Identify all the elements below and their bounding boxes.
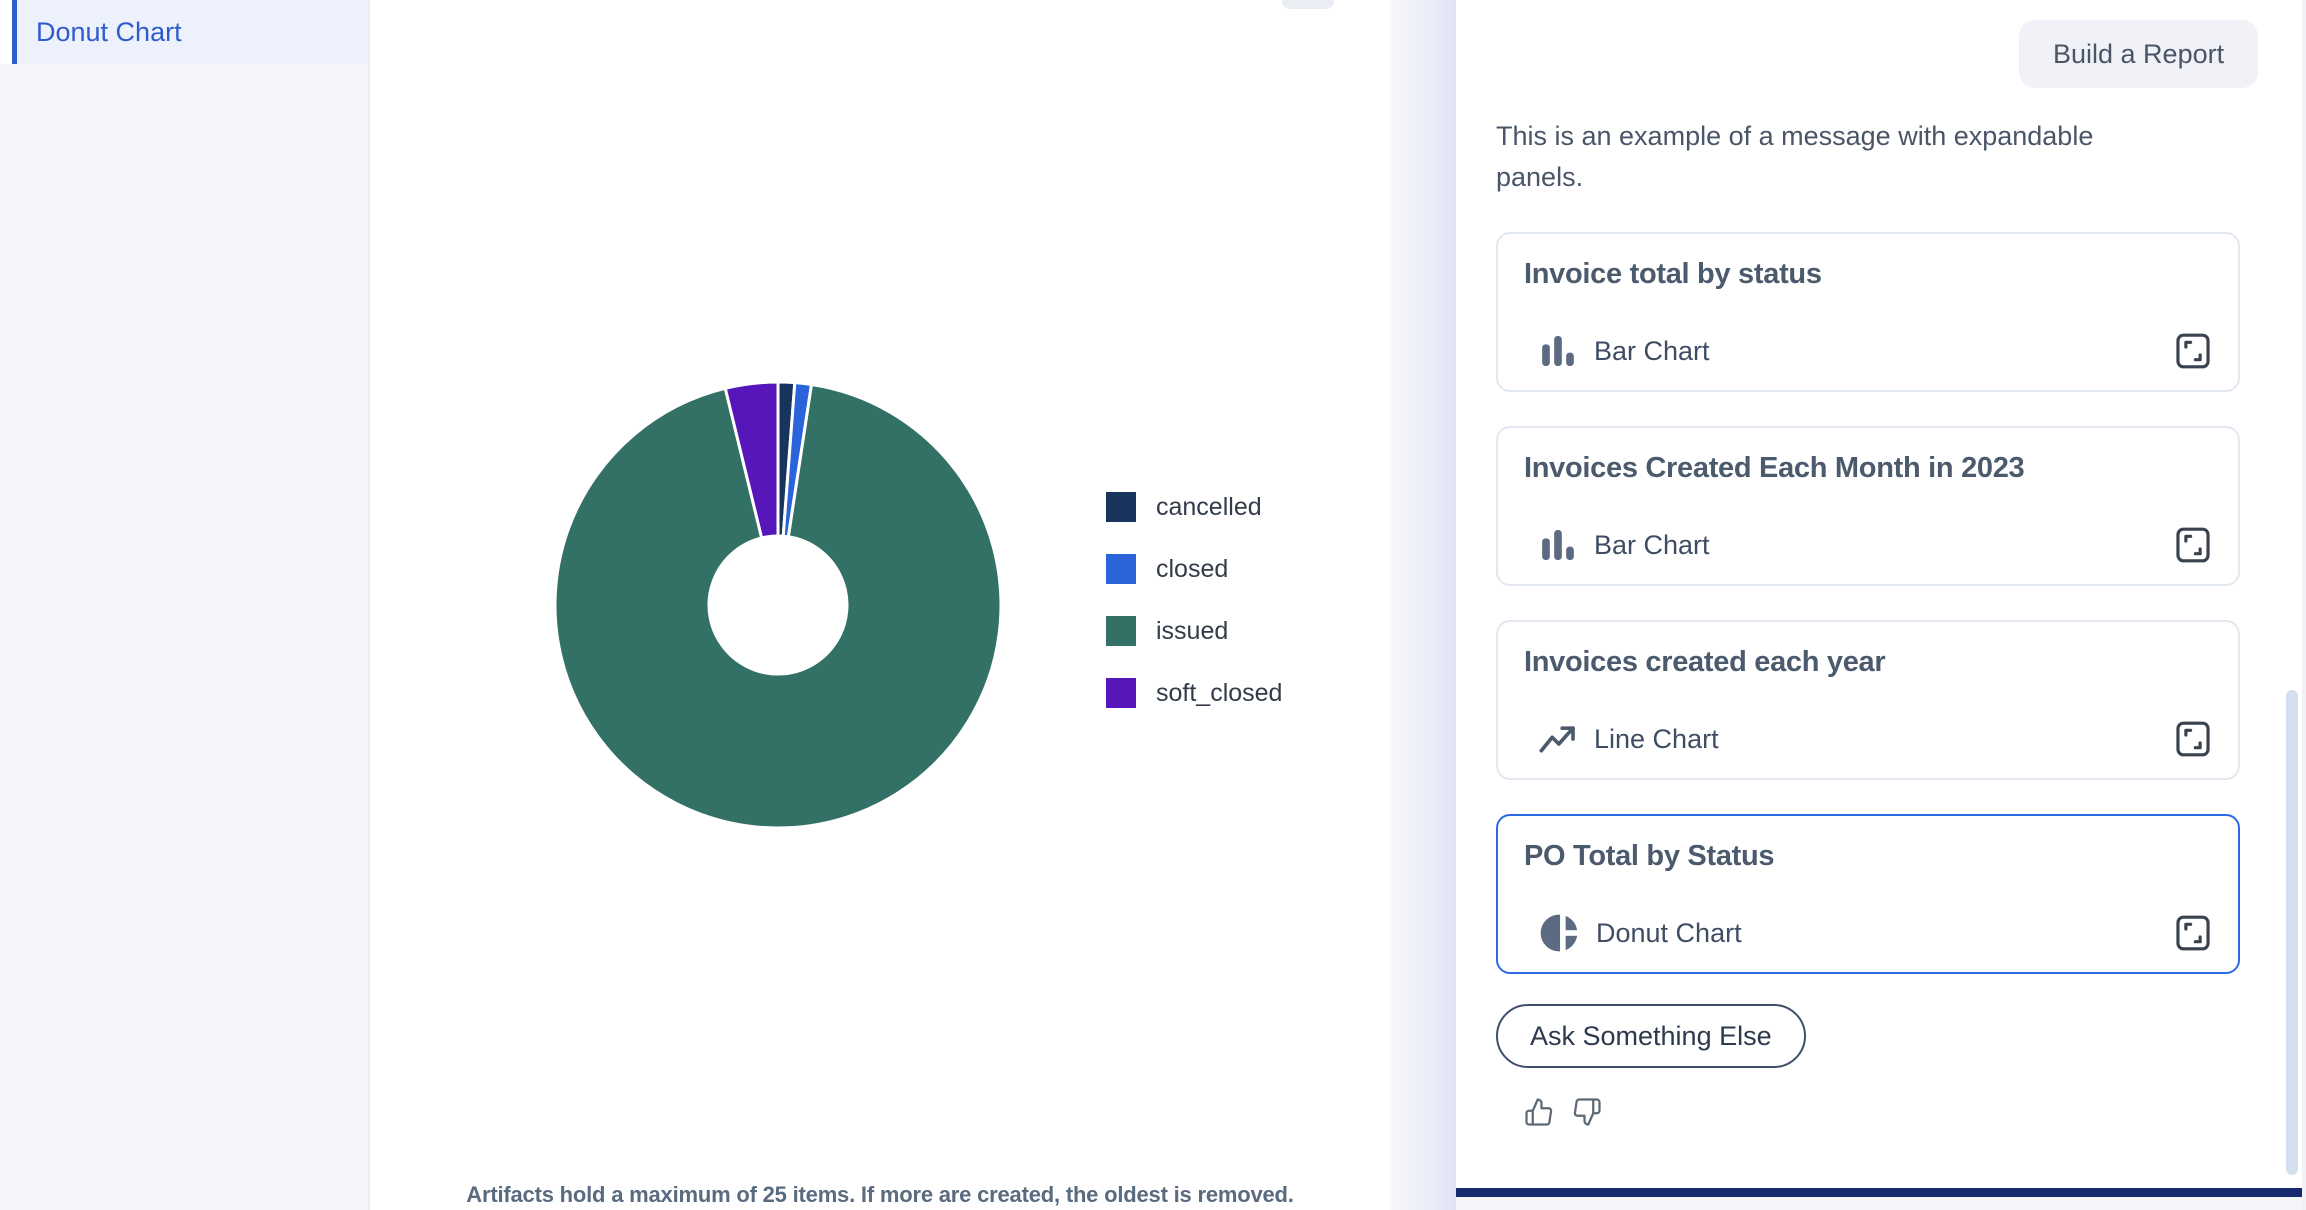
- legend-swatch: [1106, 492, 1136, 522]
- chat-scrollbar-thumb[interactable]: [2286, 690, 2298, 1175]
- artifact-limit-note: Artifacts hold a maximum of 25 items. If…: [370, 1182, 1390, 1208]
- panel-card-type-row: Donut Chart: [1538, 910, 1742, 956]
- panel-card-type-row: Bar Chart: [1538, 328, 1710, 374]
- panel-card-title: PO Total by Status: [1524, 840, 2212, 873]
- panel-card-title: Invoices created each year: [1524, 646, 2212, 679]
- legend-item-closed[interactable]: closed: [1106, 554, 1282, 584]
- sidebar-item-donut-chart[interactable]: Donut Chart: [0, 0, 368, 64]
- chat-input-divider: [1456, 1188, 2302, 1197]
- legend-label: issued: [1156, 617, 1228, 646]
- assistant-message: This is an example of a message with exp…: [1496, 116, 2156, 198]
- thumbs-up-icon[interactable]: [1524, 1096, 1556, 1128]
- expand-icon[interactable]: [2174, 910, 2212, 956]
- donut-chart-icon: [1538, 912, 1580, 954]
- panel-card-invoice-total-by-status[interactable]: Invoice total by status Bar Chart: [1496, 232, 2240, 392]
- artifact-viewer: cancelled closed issued soft_closed Artifac…: [370, 0, 1390, 1210]
- bar-chart-icon: [1538, 525, 1578, 565]
- app-window: Donut Chart cancelled closed issued soft_cl…: [0, 0, 2306, 1210]
- panel-card-type-label: Donut Chart: [1596, 918, 1742, 949]
- legend-label: cancelled: [1156, 493, 1262, 522]
- panel-card-invoices-created-each-month[interactable]: Invoices Created Each Month in 2023 Bar …: [1496, 426, 2240, 586]
- legend-label: closed: [1156, 555, 1228, 584]
- panel-card-type-row: Line Chart: [1538, 716, 1719, 762]
- artifact-sidebar: Donut Chart: [0, 0, 369, 1210]
- chart-legend: cancelled closed issued soft_closed: [1106, 492, 1282, 708]
- panel-card-type-label: Bar Chart: [1594, 530, 1710, 561]
- sidebar-item-label: Donut Chart: [36, 17, 182, 48]
- user-message-bubble: Build a Report: [2019, 20, 2258, 88]
- panel-card-type-label: Bar Chart: [1594, 336, 1710, 367]
- panel-card-type-row: Bar Chart: [1538, 522, 1710, 568]
- panel-card-title: Invoice total by status: [1524, 258, 2212, 291]
- legend-item-issued[interactable]: issued: [1106, 616, 1282, 646]
- thumbs-down-icon[interactable]: [1572, 1096, 1604, 1128]
- collapsed-toolbar-chip[interactable]: [1282, 0, 1334, 9]
- feedback-row: [1524, 1096, 1604, 1128]
- legend-swatch: [1106, 616, 1136, 646]
- line-chart-icon: [1538, 719, 1578, 759]
- expandable-panel-list: Invoice total by status Bar Chart: [1496, 232, 2240, 974]
- legend-swatch: [1106, 554, 1136, 584]
- legend-label: soft_closed: [1156, 679, 1282, 708]
- legend-item-soft_closed[interactable]: soft_closed: [1106, 678, 1282, 708]
- expand-icon[interactable]: [2174, 522, 2212, 568]
- panel-gutter: [1390, 0, 1456, 1210]
- panel-card-invoices-created-each-year[interactable]: Invoices created each year Line Chart: [1496, 620, 2240, 780]
- chat-bottom-area: [1456, 1197, 2302, 1210]
- donut-chart[interactable]: [518, 345, 1038, 865]
- panel-card-po-total-by-status[interactable]: PO Total by Status Donut Chart: [1496, 814, 2240, 974]
- legend-item-cancelled[interactable]: cancelled: [1106, 492, 1282, 522]
- bar-chart-icon: [1538, 331, 1578, 371]
- panel-card-title: Invoices Created Each Month in 2023: [1524, 452, 2212, 485]
- expand-icon[interactable]: [2174, 328, 2212, 374]
- expand-icon[interactable]: [2174, 716, 2212, 762]
- donut-chart-svg: [518, 345, 1038, 865]
- chat-panel: Build a Report This is an example of a m…: [1456, 0, 2302, 1210]
- panel-card-type-label: Line Chart: [1594, 724, 1719, 755]
- legend-swatch: [1106, 678, 1136, 708]
- ask-something-else-button[interactable]: Ask Something Else: [1496, 1004, 1806, 1068]
